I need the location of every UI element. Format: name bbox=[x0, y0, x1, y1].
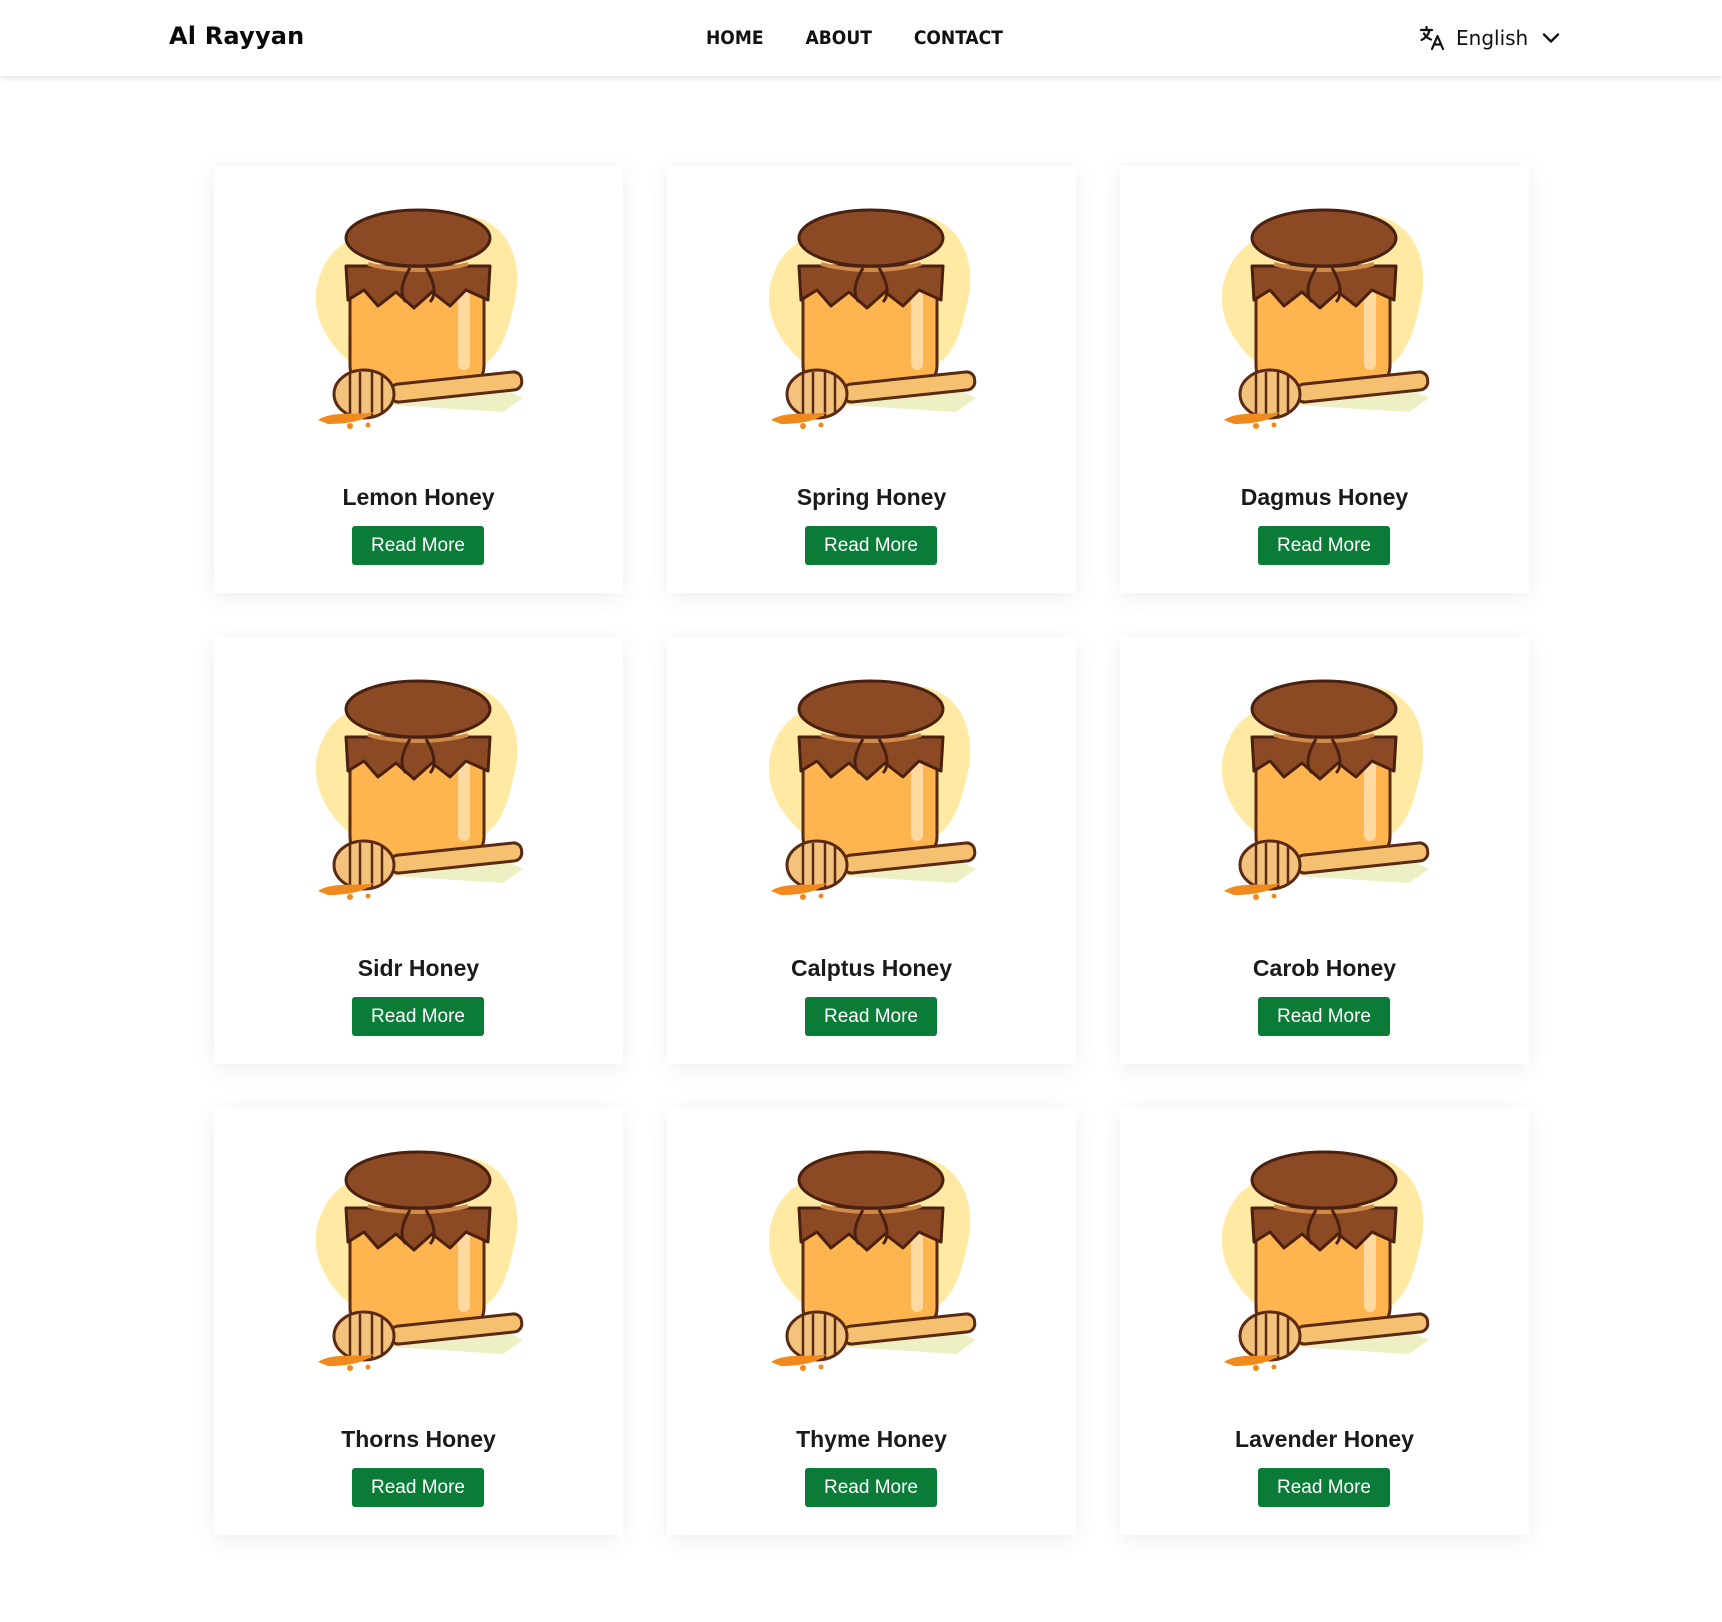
product-title: Dagmus Honey bbox=[1240, 484, 1409, 510]
nav-link-about[interactable]: ABOUT bbox=[806, 27, 872, 49]
language-selector[interactable]: English bbox=[1418, 22, 1560, 54]
product-card: Dagmus Honey Read More bbox=[1120, 166, 1529, 593]
honey-jar-image bbox=[1204, 669, 1444, 909]
read-more-button[interactable]: Read More bbox=[1258, 526, 1390, 565]
product-card: Thorns Honey Read More bbox=[214, 1108, 623, 1535]
honey-jar-image bbox=[1204, 1140, 1444, 1380]
read-more-button[interactable]: Read More bbox=[352, 526, 484, 565]
product-title: Lavender Honey bbox=[1235, 1426, 1414, 1452]
nav-link-home[interactable]: HOME bbox=[706, 27, 764, 49]
read-more-button[interactable]: Read More bbox=[805, 1468, 937, 1507]
nav-link-contact[interactable]: CONTACT bbox=[914, 27, 1003, 49]
navbar: Al Rayyan HOME ABOUT CONTACT English bbox=[0, 0, 1722, 76]
language-label: English bbox=[1456, 26, 1529, 50]
product-card: Spring Honey Read More bbox=[667, 166, 1076, 593]
read-more-button[interactable]: Read More bbox=[352, 1468, 484, 1507]
honey-jar-image bbox=[298, 198, 538, 438]
product-card: Lemon Honey Read More bbox=[214, 166, 623, 593]
read-more-button[interactable]: Read More bbox=[1258, 997, 1390, 1036]
product-card: Lavender Honey Read More bbox=[1120, 1108, 1529, 1535]
product-card: Calptus Honey Read More bbox=[667, 637, 1076, 1064]
honey-jar-image bbox=[751, 198, 991, 438]
product-card: Sidr Honey Read More bbox=[214, 637, 623, 1064]
honey-jar-image bbox=[751, 1140, 991, 1380]
product-title: Carob Honey bbox=[1252, 955, 1397, 981]
product-card: Carob Honey Read More bbox=[1120, 637, 1529, 1064]
product-title: Sidr Honey bbox=[357, 955, 480, 981]
product-title: Thorns Honey bbox=[341, 1426, 496, 1452]
product-card: Thyme Honey Read More bbox=[667, 1108, 1076, 1535]
honey-jar-image bbox=[298, 1140, 538, 1380]
product-title: Calptus Honey bbox=[790, 955, 953, 981]
product-title: Thyme Honey bbox=[796, 1426, 947, 1452]
honey-jar-image bbox=[1204, 198, 1444, 438]
honey-jar-image bbox=[298, 669, 538, 909]
read-more-button[interactable]: Read More bbox=[805, 526, 937, 565]
main-nav: HOME ABOUT CONTACT bbox=[706, 27, 1045, 49]
product-grid: Lemon Honey Read More Spring Honey Read Mo… bbox=[214, 166, 1529, 1535]
chevron-down-icon bbox=[1542, 29, 1560, 47]
product-title: Lemon Honey bbox=[342, 484, 495, 510]
brand-logo[interactable]: Al Rayyan bbox=[169, 22, 304, 50]
product-title: Spring Honey bbox=[796, 484, 947, 510]
read-more-button[interactable]: Read More bbox=[1258, 1468, 1390, 1507]
translate-icon bbox=[1418, 24, 1446, 52]
honey-jar-image bbox=[751, 669, 991, 909]
read-more-button[interactable]: Read More bbox=[352, 997, 484, 1036]
read-more-button[interactable]: Read More bbox=[805, 997, 937, 1036]
